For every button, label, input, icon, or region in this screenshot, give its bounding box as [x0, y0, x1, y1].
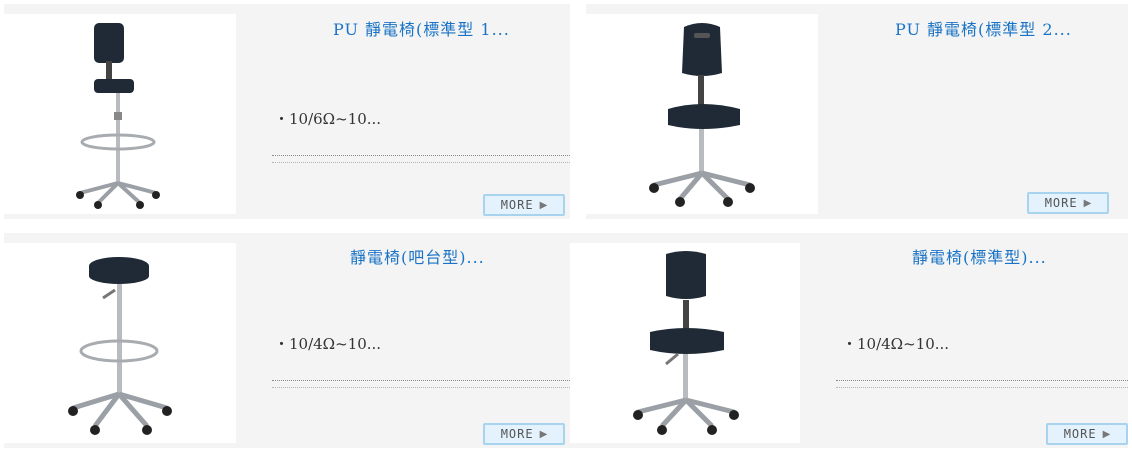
product-image-link[interactable] [570, 243, 800, 443]
more-button[interactable]: MORE ▶ [483, 423, 565, 445]
product-spec: ・10/4Ω~10... [842, 335, 950, 353]
more-button-label: MORE [500, 198, 534, 212]
more-button[interactable]: MORE ▶ [1027, 192, 1109, 214]
play-arrow-icon: ▶ [1083, 197, 1092, 209]
product-image-link[interactable] [4, 14, 236, 214]
dotted-divider [836, 380, 1128, 388]
product-spec: ・10/4Ω~10... [274, 335, 382, 353]
product-title[interactable]: PU 靜電椅(標準型 2... [895, 16, 1072, 40]
play-arrow-icon: ▶ [539, 199, 548, 211]
more-button-label: MORE [1044, 196, 1078, 210]
dotted-divider [272, 155, 570, 163]
product-spec: ・10/6Ω~10... [274, 110, 382, 128]
product-card: 靜電椅(吧台型)... ・10/4Ω~10... MORE ▶ [4, 233, 570, 448]
more-button[interactable]: MORE ▶ [483, 194, 565, 216]
product-title[interactable]: 靜電椅(吧台型)... [350, 244, 485, 268]
bar-stool-image [68, 256, 172, 435]
product-image-link[interactable] [4, 243, 236, 443]
task-chair-image [649, 22, 755, 207]
dotted-divider [272, 380, 570, 388]
product-title[interactable]: PU 靜電椅(標準型 1... [333, 16, 510, 40]
more-button-label: MORE [500, 427, 534, 441]
product-image-link[interactable] [586, 14, 818, 214]
more-button-label: MORE [1063, 427, 1097, 441]
task-chair-image [633, 250, 739, 435]
play-arrow-icon: ▶ [1102, 428, 1111, 440]
product-card: PU 靜電椅(標準型 2... MORE ▶ [586, 4, 1128, 219]
drafting-chair-image [76, 22, 160, 209]
product-title[interactable]: 靜電椅(標準型)... [912, 244, 1047, 268]
product-card: PU 靜電椅(標準型 1... ・10/6Ω~10... MORE ▶ [4, 4, 570, 219]
more-button[interactable]: MORE ▶ [1046, 423, 1128, 445]
play-arrow-icon: ▶ [539, 428, 548, 440]
product-card: 靜電椅(標準型)... ・10/4Ω~10... MORE ▶ [570, 233, 1128, 448]
